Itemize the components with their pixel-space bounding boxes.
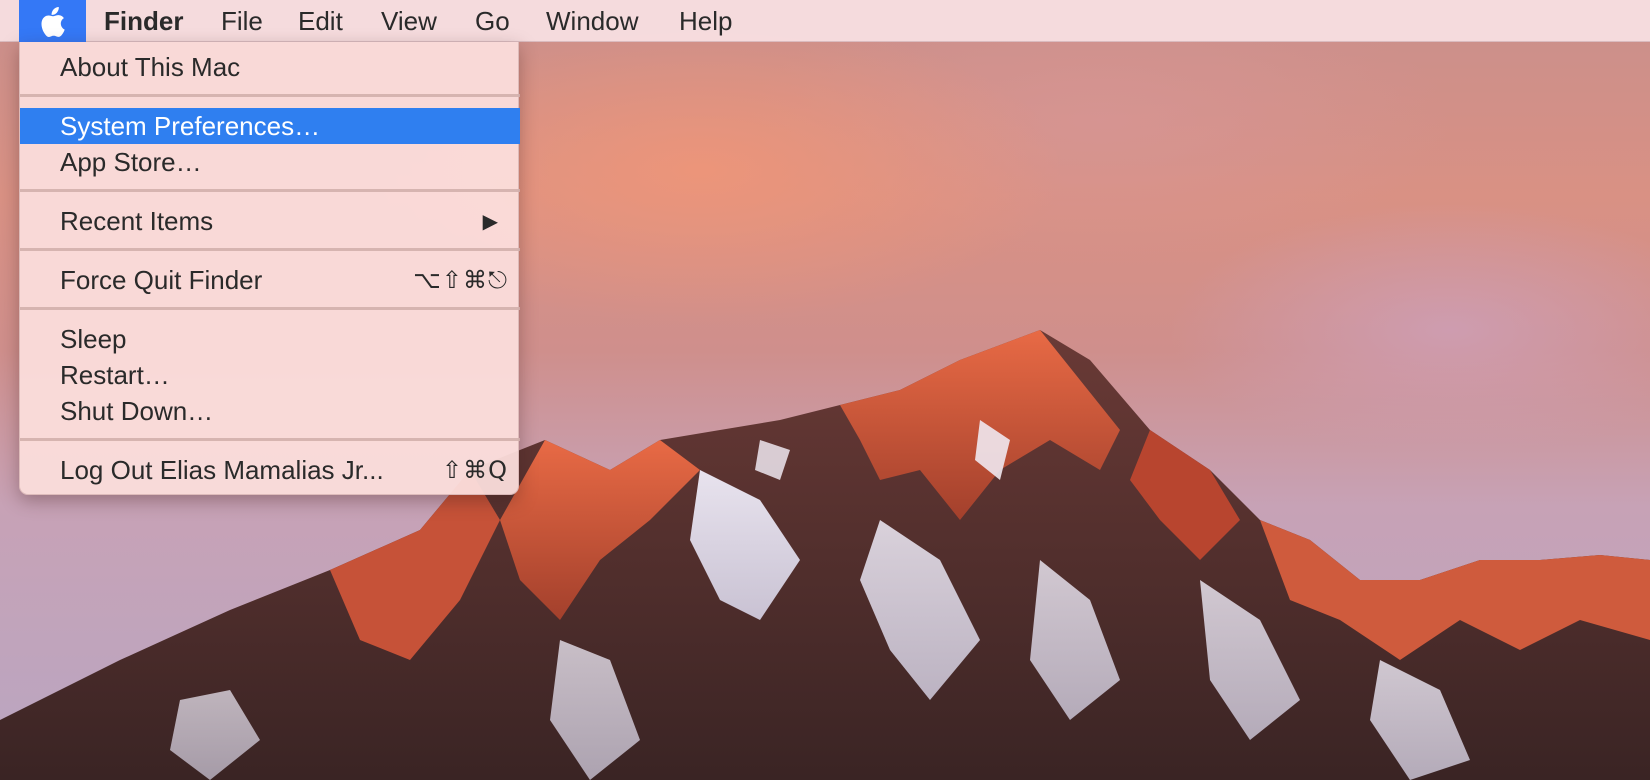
menu-item-label: Log Out Elias Mamalias Jr... <box>60 455 384 485</box>
menu-item-shut-down[interactable]: Shut Down… <box>20 393 520 429</box>
menu-item-label: Restart… <box>60 360 170 390</box>
desktop: Finder File Edit View Go Window Help Abo… <box>0 0 1650 780</box>
menu-help[interactable]: Help <box>679 0 732 42</box>
menu-item-label: Force Quit Finder <box>60 265 263 295</box>
menu-view[interactable]: View <box>381 0 437 42</box>
menu-window[interactable]: Window <box>546 0 638 42</box>
menu-go[interactable]: Go <box>475 0 510 42</box>
menu-finder[interactable]: Finder <box>104 0 183 42</box>
keyboard-shortcut: ⌥⇧⌘⎋ <box>413 266 508 294</box>
apple-menu-button[interactable] <box>19 0 86 42</box>
menu-item-recent-items[interactable]: Recent Items ▶ <box>20 203 520 239</box>
menu-item-log-out[interactable]: Log Out Elias Mamalias Jr... ⇧⌘Q <box>20 452 520 488</box>
menu-item-label: Recent Items <box>60 206 214 236</box>
keyboard-shortcut: ⇧⌘Q <box>442 456 508 484</box>
menu-edit[interactable]: Edit <box>298 0 343 42</box>
apple-logo-icon <box>41 7 65 37</box>
menu-item-label: Shut Down… <box>60 396 214 426</box>
menu-item-sleep[interactable]: Sleep <box>20 321 520 357</box>
menu-separator <box>20 189 520 192</box>
menu-separator <box>20 248 520 251</box>
submenu-arrow-icon: ▶ <box>482 209 498 233</box>
menu-separator <box>20 307 520 310</box>
menu-item-about-this-mac[interactable]: About This Mac <box>20 49 520 85</box>
menu-bar: Finder File Edit View Go Window Help <box>0 0 1650 42</box>
menu-item-force-quit[interactable]: Force Quit Finder ⌥⇧⌘⎋ <box>20 262 520 298</box>
menu-separator <box>20 94 520 97</box>
menu-item-app-store[interactable]: App Store… <box>20 144 520 180</box>
menu-item-system-preferences[interactable]: System Preferences… <box>20 108 520 144</box>
menu-item-label: System Preferences… <box>60 111 321 141</box>
menu-item-restart[interactable]: Restart… <box>20 357 520 393</box>
menu-item-label: Sleep <box>60 324 127 354</box>
menu-separator <box>20 438 520 441</box>
menu-item-label: App Store… <box>60 147 202 177</box>
menu-file[interactable]: File <box>221 0 263 42</box>
apple-menu-dropdown: About This Mac System Preferences… App S… <box>19 42 520 495</box>
menu-item-label: About This Mac <box>60 52 241 82</box>
